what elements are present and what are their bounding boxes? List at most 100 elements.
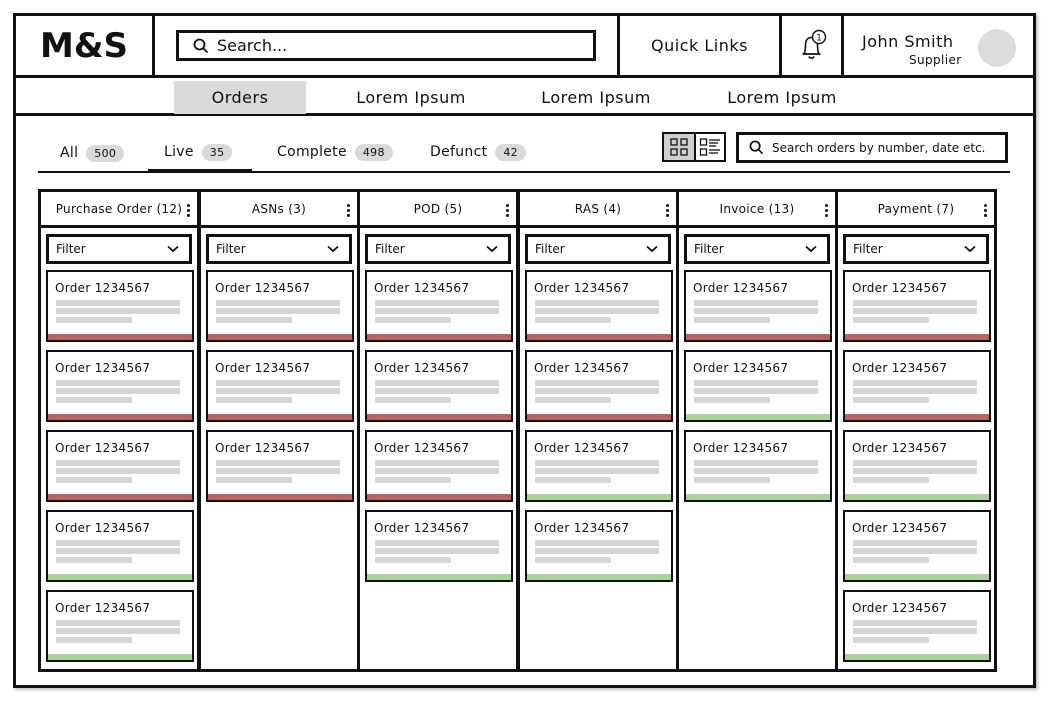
nav-item-4[interactable]: Lorem Ipsum [702, 81, 862, 114]
list-icon [699, 138, 720, 156]
user-menu[interactable]: John Smith Supplier [844, 16, 1033, 75]
order-card[interactable]: Order 1234567 [365, 510, 513, 582]
filter-dropdown[interactable]: Filter [684, 234, 830, 264]
placeholder-line [535, 460, 659, 466]
order-title: Order 1234567 [852, 361, 948, 375]
user-role: Supplier [909, 53, 962, 67]
order-card[interactable]: Order 1234567 [843, 350, 991, 422]
avatar[interactable] [978, 29, 1016, 67]
placeholder-line [375, 460, 499, 466]
placeholder-line [853, 300, 977, 306]
placeholder-line [535, 388, 659, 394]
chevron-down-icon [167, 245, 179, 253]
order-card[interactable]: Order 1234567 [525, 350, 673, 422]
order-title: Order 1234567 [215, 361, 311, 375]
order-card[interactable]: Order 1234567 [46, 590, 194, 662]
search-box[interactable] [176, 30, 596, 61]
order-title: Order 1234567 [215, 281, 311, 295]
nav-item-2[interactable]: Lorem Ipsum [331, 81, 491, 114]
filter-label: Filter [694, 242, 724, 256]
filter-dropdown[interactable]: Filter [843, 234, 989, 264]
notifications-button[interactable]: 1 [782, 16, 844, 75]
order-card[interactable]: Order 1234567 [206, 430, 354, 502]
filter-dropdown[interactable]: Filter [46, 234, 192, 264]
status-bar [367, 494, 511, 500]
status-bar [48, 654, 192, 660]
tab-count-badge: 500 [86, 144, 125, 162]
order-title: Order 1234567 [55, 441, 151, 455]
placeholder-line [535, 468, 659, 474]
order-card[interactable]: Order 1234567 [46, 510, 194, 582]
order-card[interactable]: Order 1234567 [206, 350, 354, 422]
order-title: Order 1234567 [55, 521, 151, 535]
status-bar [48, 334, 192, 340]
order-card[interactable]: Order 1234567 [525, 510, 673, 582]
placeholder-line [853, 317, 929, 323]
kebab-menu-icon[interactable] [666, 204, 670, 219]
order-card[interactable]: Order 1234567 [46, 270, 194, 342]
tab-label: Defunct [430, 144, 488, 160]
tab-defunct[interactable]: Defunct 42 [430, 141, 526, 163]
placeholder-line [216, 317, 292, 323]
logo[interactable]: M&S [16, 16, 155, 75]
order-card[interactable]: Order 1234567 [684, 350, 832, 422]
status-bar [367, 414, 511, 420]
order-card[interactable]: Order 1234567 [206, 270, 354, 342]
kebab-menu-icon[interactable] [984, 204, 988, 219]
bell-icon: 1 [802, 29, 826, 59]
order-card[interactable]: Order 1234567 [684, 270, 832, 342]
column-header: Invoice (13) [679, 192, 835, 228]
order-title: Order 1234567 [534, 361, 630, 375]
tab-complete[interactable]: Complete 498 [277, 141, 393, 163]
order-card[interactable]: Order 1234567 [843, 270, 991, 342]
placeholder-line [375, 397, 451, 403]
column-title: RAS (4) [574, 201, 622, 216]
order-card[interactable]: Order 1234567 [843, 590, 991, 662]
chevron-down-icon [964, 245, 976, 253]
column-header: POD (5) [360, 192, 516, 228]
kebab-menu-icon[interactable] [506, 204, 510, 219]
nav-label: Lorem Ipsum [541, 88, 651, 107]
placeholder-line [56, 477, 132, 483]
placeholder-line [216, 477, 292, 483]
order-card[interactable]: Order 1234567 [365, 350, 513, 422]
nav-orders[interactable]: Orders [174, 81, 306, 114]
order-card[interactable]: Order 1234567 [843, 430, 991, 502]
header: M&S Quick Links 1 John Smit [16, 16, 1033, 78]
tab-all[interactable]: All 500 [60, 142, 125, 164]
filter-dropdown[interactable]: Filter [206, 234, 352, 264]
order-title: Order 1234567 [534, 441, 630, 455]
status-bar [527, 494, 671, 500]
order-card[interactable]: Order 1234567 [843, 510, 991, 582]
order-card[interactable]: Order 1234567 [46, 350, 194, 422]
order-search-box[interactable] [736, 132, 1008, 163]
kebab-menu-icon[interactable] [187, 204, 191, 219]
order-search-input[interactable] [772, 140, 997, 155]
tab-live[interactable]: Live 35 [164, 141, 233, 163]
quick-links-button[interactable]: Quick Links [620, 16, 782, 75]
grid-view-button[interactable] [664, 134, 694, 160]
order-card[interactable]: Order 1234567 [365, 430, 513, 502]
placeholder-line [56, 540, 180, 546]
search-input[interactable] [217, 36, 577, 55]
order-card[interactable]: Order 1234567 [684, 430, 832, 502]
filter-label: Filter [375, 242, 405, 256]
order-card[interactable]: Order 1234567 [525, 430, 673, 502]
status-bar [367, 334, 511, 340]
placeholder-line [375, 388, 499, 394]
order-title: Order 1234567 [374, 361, 470, 375]
list-view-button[interactable] [694, 134, 724, 160]
order-title: Order 1234567 [55, 281, 151, 295]
filter-dropdown[interactable]: Filter [525, 234, 671, 264]
order-card[interactable]: Order 1234567 [46, 430, 194, 502]
order-title: Order 1234567 [852, 601, 948, 615]
kebab-menu-icon[interactable] [347, 204, 351, 219]
nav-item-3[interactable]: Lorem Ipsum [516, 81, 676, 114]
kebab-menu-icon[interactable] [825, 204, 829, 219]
order-title: Order 1234567 [852, 521, 948, 535]
placeholder-line [375, 540, 499, 546]
order-card[interactable]: Order 1234567 [525, 270, 673, 342]
filter-dropdown[interactable]: Filter [365, 234, 511, 264]
status-bar [686, 414, 830, 420]
order-card[interactable]: Order 1234567 [365, 270, 513, 342]
